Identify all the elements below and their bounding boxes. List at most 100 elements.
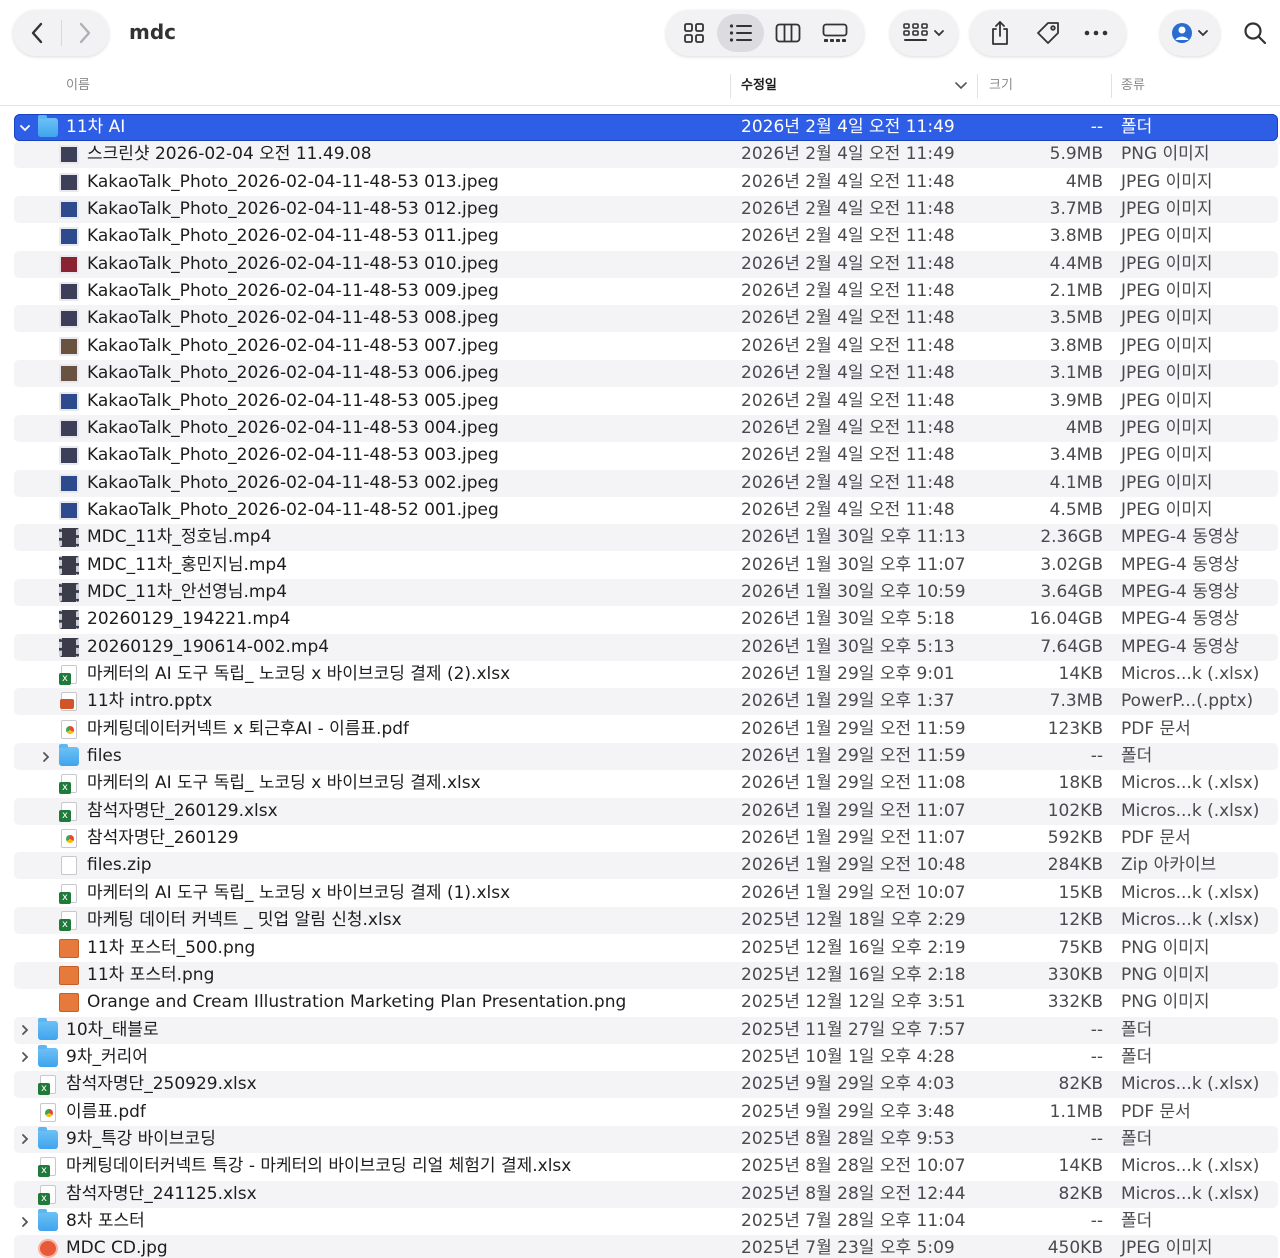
file-row[interactable]: 이름표.pdf 2025년 9월 29일 오후 3:48 1.1MB PDF 문서 <box>14 1099 1278 1126</box>
file-row[interactable]: KakaoTalk_Photo_2026-02-04-11-48-53 009.… <box>14 278 1278 305</box>
file-date: 2025년 7월 23일 오후 5:09 <box>741 1238 955 1258</box>
file-size: 7.64GB <box>1040 636 1103 657</box>
file-row[interactable]: files.zip 2026년 1월 29일 오전 10:48 284KB Zip 아… <box>14 852 1278 880</box>
image-file-icon <box>59 282 79 302</box>
user-menu-button[interactable] <box>1160 10 1220 56</box>
file-size: 4.5MB <box>1049 499 1103 520</box>
file-row[interactable]: KakaoTalk_Photo_2026-02-04-11-48-53 005.… <box>14 388 1278 415</box>
column-divider[interactable] <box>1111 74 1112 98</box>
file-row[interactable]: KakaoTalk_Photo_2026-02-04-11-48-53 012.… <box>14 196 1278 224</box>
file-name: 9차_특강 바이브코딩 <box>66 1128 216 1149</box>
folder-row[interactable]: files 2026년 1월 29일 오전 11:59 -- 폴더 <box>14 743 1278 771</box>
forward-button[interactable] <box>61 10 109 56</box>
png-file-icon <box>59 938 79 958</box>
file-name: 11차 포스터.png <box>87 964 215 985</box>
file-size: 12KB <box>1058 910 1103 931</box>
image-file-icon <box>59 227 79 247</box>
column-name[interactable]: 이름 <box>66 66 90 106</box>
file-name: 11차 AI <box>66 117 126 137</box>
file-row[interactable]: 마케터의 AI 도구 독립_ 노코딩 x 바이브코딩 결제.xlsx 2026년 … <box>14 770 1278 797</box>
gallery-view-button[interactable] <box>811 14 858 52</box>
file-row[interactable]: 마케팅데이터커넥트 x 퇴근후AI - 이름표.pdf 2026년 1월 29일 … <box>14 716 1278 743</box>
disclosure-collapsed-icon[interactable] <box>18 1208 32 1235</box>
gallery-view-icon <box>822 23 847 42</box>
file-row[interactable]: KakaoTalk_Photo_2026-02-04-11-48-53 010.… <box>14 250 1278 278</box>
column-size[interactable]: 크기 <box>989 66 1013 106</box>
file-row[interactable]: 20260129_194221.mp4 2026년 1월 30일 오후 5:18 1… <box>14 606 1278 633</box>
file-row[interactable]: Orange and Cream Illustration Marketing … <box>14 989 1278 1016</box>
folder-row[interactable]: 11차 AI 2026년 2월 4일 오전 11:49 -- 폴더 <box>14 114 1278 141</box>
file-date: 2026년 2월 4일 오전 11:48 <box>741 363 955 384</box>
column-divider[interactable] <box>977 74 978 98</box>
column-divider[interactable] <box>730 74 731 98</box>
file-row[interactable]: 20260129_190614-002.mp4 2026년 1월 30일 오후 5… <box>14 633 1278 661</box>
file-row[interactable]: KakaoTalk_Photo_2026-02-04-11-48-53 007.… <box>14 333 1278 360</box>
disclosure-collapsed-icon[interactable] <box>39 743 53 770</box>
file-size: 75KB <box>1058 937 1103 958</box>
file-kind: PDF 문서 <box>1121 828 1191 849</box>
file-row[interactable]: MDC_11차_안선영님.mp4 2026년 1월 30일 오후 10:59 3.6… <box>14 578 1278 606</box>
column-view-button[interactable] <box>764 14 811 52</box>
file-row[interactable]: KakaoTalk_Photo_2026-02-04-11-48-53 002.… <box>14 469 1278 497</box>
file-row[interactable]: 마케터의 AI 도구 독립_ 노코딩 x 바이브코딩 결제 (2).xlsx 20… <box>14 661 1278 688</box>
column-kind[interactable]: 종류 <box>1121 66 1145 106</box>
folder-row[interactable]: 9차_커리어 2025년 10월 1일 오후 4:28 -- 폴더 <box>14 1044 1278 1071</box>
folder-row[interactable]: 9차_특강 바이브코딩 2025년 8월 28일 오후 9:53 -- 폴더 <box>14 1125 1278 1153</box>
file-row[interactable]: 참석자명단_260129 2026년 1월 29일 오전 11:07 592KB PD… <box>14 825 1278 852</box>
file-kind: JPEG 이미지 <box>1121 226 1213 247</box>
image-file-icon <box>59 336 79 356</box>
file-size: 3.9MB <box>1049 390 1103 411</box>
tag-button[interactable] <box>1026 11 1070 55</box>
file-date: 2025년 8월 28일 오전 10:07 <box>741 1156 966 1177</box>
column-date[interactable]: 수정일 <box>741 66 777 106</box>
group-by-button[interactable] <box>890 10 958 56</box>
file-row[interactable]: MDC_11차_정호님.mp4 2026년 1월 30일 오후 11:13 2.36… <box>14 524 1278 552</box>
disclosure-expanded-icon[interactable] <box>18 114 32 141</box>
search-button[interactable] <box>1230 10 1280 56</box>
file-row[interactable]: 참석자명단_250929.xlsx 2025년 9월 29일 오후 4:03 82K… <box>14 1071 1278 1099</box>
more-button[interactable] <box>1074 11 1118 55</box>
file-row[interactable]: 11차 포스터.png 2025년 12월 16일 오후 2:18 330KB PNG… <box>14 961 1278 989</box>
file-row[interactable]: KakaoTalk_Photo_2026-02-04-11-48-53 003.… <box>14 442 1278 469</box>
file-row[interactable]: KakaoTalk_Photo_2026-02-04-11-48-53 013.… <box>14 169 1278 196</box>
file-row[interactable]: 스크린샷 2026-02-04 오전 11.49.08 2026년 2월 4일 오… <box>14 141 1278 169</box>
file-kind: 폴더 <box>1121 117 1153 137</box>
file-row[interactable]: 참석자명단_241125.xlsx 2025년 8월 28일 오전 12:44 82… <box>14 1180 1278 1208</box>
file-row[interactable]: 참석자명단_260129.xlsx 2026년 1월 29일 오전 11:07 10… <box>14 797 1278 825</box>
icon-view-button[interactable] <box>670 14 717 52</box>
file-row[interactable]: KakaoTalk_Photo_2026-02-04-11-48-53 008.… <box>14 305 1278 333</box>
list-view-button[interactable] <box>717 14 764 52</box>
file-kind: PNG 이미지 <box>1121 992 1210 1013</box>
file-row[interactable]: KakaoTalk_Photo_2026-02-04-11-48-52 001.… <box>14 497 1278 524</box>
file-name: 11차 intro.pptx <box>87 691 213 712</box>
disclosure-collapsed-icon[interactable] <box>18 1044 32 1071</box>
file-row[interactable]: 마케팅 데이터 커넥트 _ 밋업 알림 신청.xlsx 2025년 12월 18일… <box>14 907 1278 935</box>
file-row[interactable]: KakaoTalk_Photo_2026-02-04-11-48-53 011.… <box>14 223 1278 250</box>
sort-descending-icon[interactable] <box>954 80 968 92</box>
file-name: 10차_태블로 <box>66 1019 159 1040</box>
disclosure-collapsed-icon[interactable] <box>18 1126 32 1153</box>
file-row[interactable]: 마케터의 AI 도구 독립_ 노코딩 x 바이브코딩 결제 (1).xlsx 20… <box>14 880 1278 907</box>
file-row[interactable]: MDC_11차_홍민지님.mp4 2026년 1월 30일 오후 11:07 3.0… <box>14 552 1278 579</box>
file-kind: 폴더 <box>1121 1211 1153 1231</box>
folder-row[interactable]: 8차 포스터 2025년 7월 28일 오후 11:04 -- 폴더 <box>14 1208 1278 1235</box>
folder-row[interactable]: 10차_태블로 2025년 11월 27일 오후 7:57 -- 폴더 <box>14 1016 1278 1044</box>
image-file-icon <box>59 145 79 165</box>
file-name: KakaoTalk_Photo_2026-02-04-11-48-53 005.… <box>87 390 499 411</box>
file-row[interactable]: MDC CD.jpg 2025년 7월 23일 오후 5:09 450KB JPEG … <box>14 1235 1278 1258</box>
file-kind: MPEG-4 동영상 <box>1121 581 1240 602</box>
file-date: 2026년 1월 30일 오후 11:07 <box>741 554 966 575</box>
file-row[interactable]: 마케팅데이터커넥트 특강 - 마케터의 바이브코딩 리얼 체험기 결제.xlsx… <box>14 1153 1278 1180</box>
file-row[interactable]: 11차 intro.pptx 2026년 1월 29일 오후 1:37 7.3MB P… <box>14 688 1278 716</box>
file-row[interactable]: 11차 포스터_500.png 2025년 12월 16일 오후 2:19 75KB… <box>14 935 1278 962</box>
back-button[interactable] <box>13 10 61 56</box>
file-size: 5.9MB <box>1049 144 1103 165</box>
disclosure-collapsed-icon[interactable] <box>18 1017 32 1044</box>
file-kind: PDF 문서 <box>1121 718 1191 739</box>
file-name: 마케팅데이터커넥트 특강 - 마케터의 바이브코딩 리얼 체험기 결제.xlsx <box>66 1156 572 1177</box>
user-avatar-icon <box>1172 23 1192 43</box>
file-row[interactable]: KakaoTalk_Photo_2026-02-04-11-48-53 006.… <box>14 360 1278 388</box>
file-row[interactable]: KakaoTalk_Photo_2026-02-04-11-48-53 004.… <box>14 414 1278 442</box>
file-name: MDC_11차_홍민지님.mp4 <box>87 554 288 575</box>
share-button[interactable] <box>978 11 1022 55</box>
